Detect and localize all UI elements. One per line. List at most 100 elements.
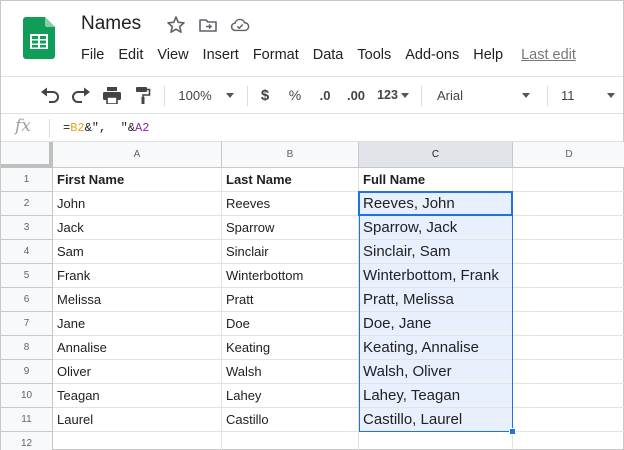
formula-input[interactable]: =B2&", "&A2 — [63, 121, 149, 135]
menu-format[interactable]: Format — [253, 47, 299, 63]
cell-c7[interactable]: Doe, Jane — [359, 312, 513, 336]
row-header[interactable]: 12 — [1, 432, 53, 450]
cell-c4[interactable]: Sinclair, Sam — [359, 240, 513, 264]
cell-b10[interactable]: Lahey — [222, 384, 359, 408]
cell-a7[interactable]: Jane — [53, 312, 222, 336]
cell-d5[interactable] — [513, 264, 624, 288]
cell-c6[interactable]: Pratt, Melissa — [359, 288, 513, 312]
last-edit-link[interactable]: Last edit — [521, 47, 576, 63]
cell-d9[interactable] — [513, 360, 624, 384]
cloud-saved-icon[interactable] — [230, 15, 250, 35]
table-row: 8 Annalise Keating Keating, Annalise — [1, 336, 624, 360]
paint-format-button[interactable] — [131, 77, 155, 113]
column-header-b[interactable]: B — [222, 142, 359, 168]
cell-a6[interactable]: Melissa — [53, 288, 222, 312]
cell-a9[interactable]: Oliver — [53, 360, 222, 384]
cell-d10[interactable] — [513, 384, 624, 408]
row-header[interactable]: 11 — [1, 408, 53, 432]
cell-b12[interactable] — [222, 432, 359, 450]
increase-decimal-button[interactable]: .00 — [341, 77, 371, 113]
column-header-a[interactable]: A — [53, 142, 222, 168]
currency-format-button[interactable]: $ — [255, 77, 275, 113]
row-header[interactable]: 8 — [1, 336, 53, 360]
cell-a2[interactable]: John — [53, 192, 222, 216]
zoom-select[interactable]: 100% — [171, 77, 241, 113]
cell-c9[interactable]: Walsh, Oliver — [359, 360, 513, 384]
decrease-decimal-button[interactable]: .0 — [313, 77, 337, 113]
row-header[interactable]: 9 — [1, 360, 53, 384]
row-header[interactable]: 2 — [1, 192, 53, 216]
cell-b3[interactable]: Sparrow — [222, 216, 359, 240]
formula-ref-b2: B2 — [70, 121, 85, 135]
cell-a5[interactable]: Frank — [53, 264, 222, 288]
redo-button[interactable] — [68, 77, 94, 113]
row-header[interactable]: 7 — [1, 312, 53, 336]
cell-b6[interactable]: Pratt — [222, 288, 359, 312]
cell-b5[interactable]: Winterbottom — [222, 264, 359, 288]
cell-b11[interactable]: Castillo — [222, 408, 359, 432]
undo-button[interactable] — [37, 77, 63, 113]
cell-d7[interactable] — [513, 312, 624, 336]
cell-d6[interactable] — [513, 288, 624, 312]
cell-b4[interactable]: Sinclair — [222, 240, 359, 264]
row-header[interactable]: 4 — [1, 240, 53, 264]
cell-b8[interactable]: Keating — [222, 336, 359, 360]
select-all-corner[interactable] — [1, 142, 53, 168]
cell-b7[interactable]: Doe — [222, 312, 359, 336]
formula-ref-a2: A2 — [135, 121, 150, 135]
font-size-value: 11 — [561, 87, 575, 103]
cell-d11[interactable] — [513, 408, 624, 432]
row-header[interactable]: 3 — [1, 216, 53, 240]
cell-a12[interactable] — [53, 432, 222, 450]
more-formats-button[interactable]: 123 — [373, 77, 413, 113]
cell-d12[interactable] — [513, 432, 624, 450]
cell-b9[interactable]: Walsh — [222, 360, 359, 384]
cell-c3[interactable]: Sparrow, Jack — [359, 216, 513, 240]
cell-b2[interactable]: Reeves — [222, 192, 359, 216]
toolbar-divider — [547, 86, 548, 106]
row-header[interactable]: 5 — [1, 264, 53, 288]
cell-d1[interactable] — [513, 168, 624, 192]
cell-c2[interactable]: Reeves, John — [359, 192, 513, 216]
cell-c8[interactable]: Keating, Annalise — [359, 336, 513, 360]
menu-help[interactable]: Help — [473, 47, 503, 63]
menu-add-ons[interactable]: Add-ons — [405, 47, 459, 63]
menu-edit[interactable]: Edit — [118, 47, 143, 63]
cell-a11[interactable]: Laurel — [53, 408, 222, 432]
font-family-select[interactable]: Arial — [429, 77, 541, 113]
row-header[interactable]: 6 — [1, 288, 53, 312]
cell-a10[interactable]: Teagan — [53, 384, 222, 408]
print-button[interactable] — [100, 77, 124, 113]
row-header[interactable]: 1 — [1, 168, 53, 192]
font-size-select[interactable]: 11 — [553, 77, 624, 113]
cell-d4[interactable] — [513, 240, 624, 264]
cell-c11[interactable]: Castillo, Laurel — [359, 408, 513, 432]
column-header-c[interactable]: C — [359, 142, 513, 168]
move-to-folder-icon[interactable] — [198, 15, 218, 35]
cell-a4[interactable]: Sam — [53, 240, 222, 264]
cell-d8[interactable] — [513, 336, 624, 360]
cell-c5[interactable]: Winterbottom, Frank — [359, 264, 513, 288]
spreadsheet-grid[interactable]: A B C D 1 First Name Last Name Full Name 2 Jo… — [1, 142, 624, 450]
cell-a8[interactable]: Annalise — [53, 336, 222, 360]
cell-c1[interactable]: Full Name — [359, 168, 513, 192]
menu-data[interactable]: Data — [313, 47, 344, 63]
sheets-logo[interactable] — [23, 17, 55, 59]
cell-a1[interactable]: First Name — [53, 168, 222, 192]
cell-d2[interactable] — [513, 192, 624, 216]
row-header[interactable]: 10 — [1, 384, 53, 408]
menu-tools[interactable]: Tools — [357, 47, 391, 63]
cell-a3[interactable]: Jack — [53, 216, 222, 240]
cell-c12[interactable] — [359, 432, 513, 450]
fill-handle[interactable] — [509, 428, 516, 435]
cell-d3[interactable] — [513, 216, 624, 240]
menu-file[interactable]: File — [81, 47, 104, 63]
menu-insert[interactable]: Insert — [203, 47, 239, 63]
star-icon[interactable] — [166, 15, 186, 35]
percent-format-button[interactable]: % — [285, 77, 305, 113]
menu-view[interactable]: View — [157, 47, 188, 63]
column-header-d[interactable]: D — [513, 142, 624, 168]
cell-b1[interactable]: Last Name — [222, 168, 359, 192]
cell-c10[interactable]: Lahey, Teagan — [359, 384, 513, 408]
document-title[interactable]: Names — [81, 13, 141, 35]
